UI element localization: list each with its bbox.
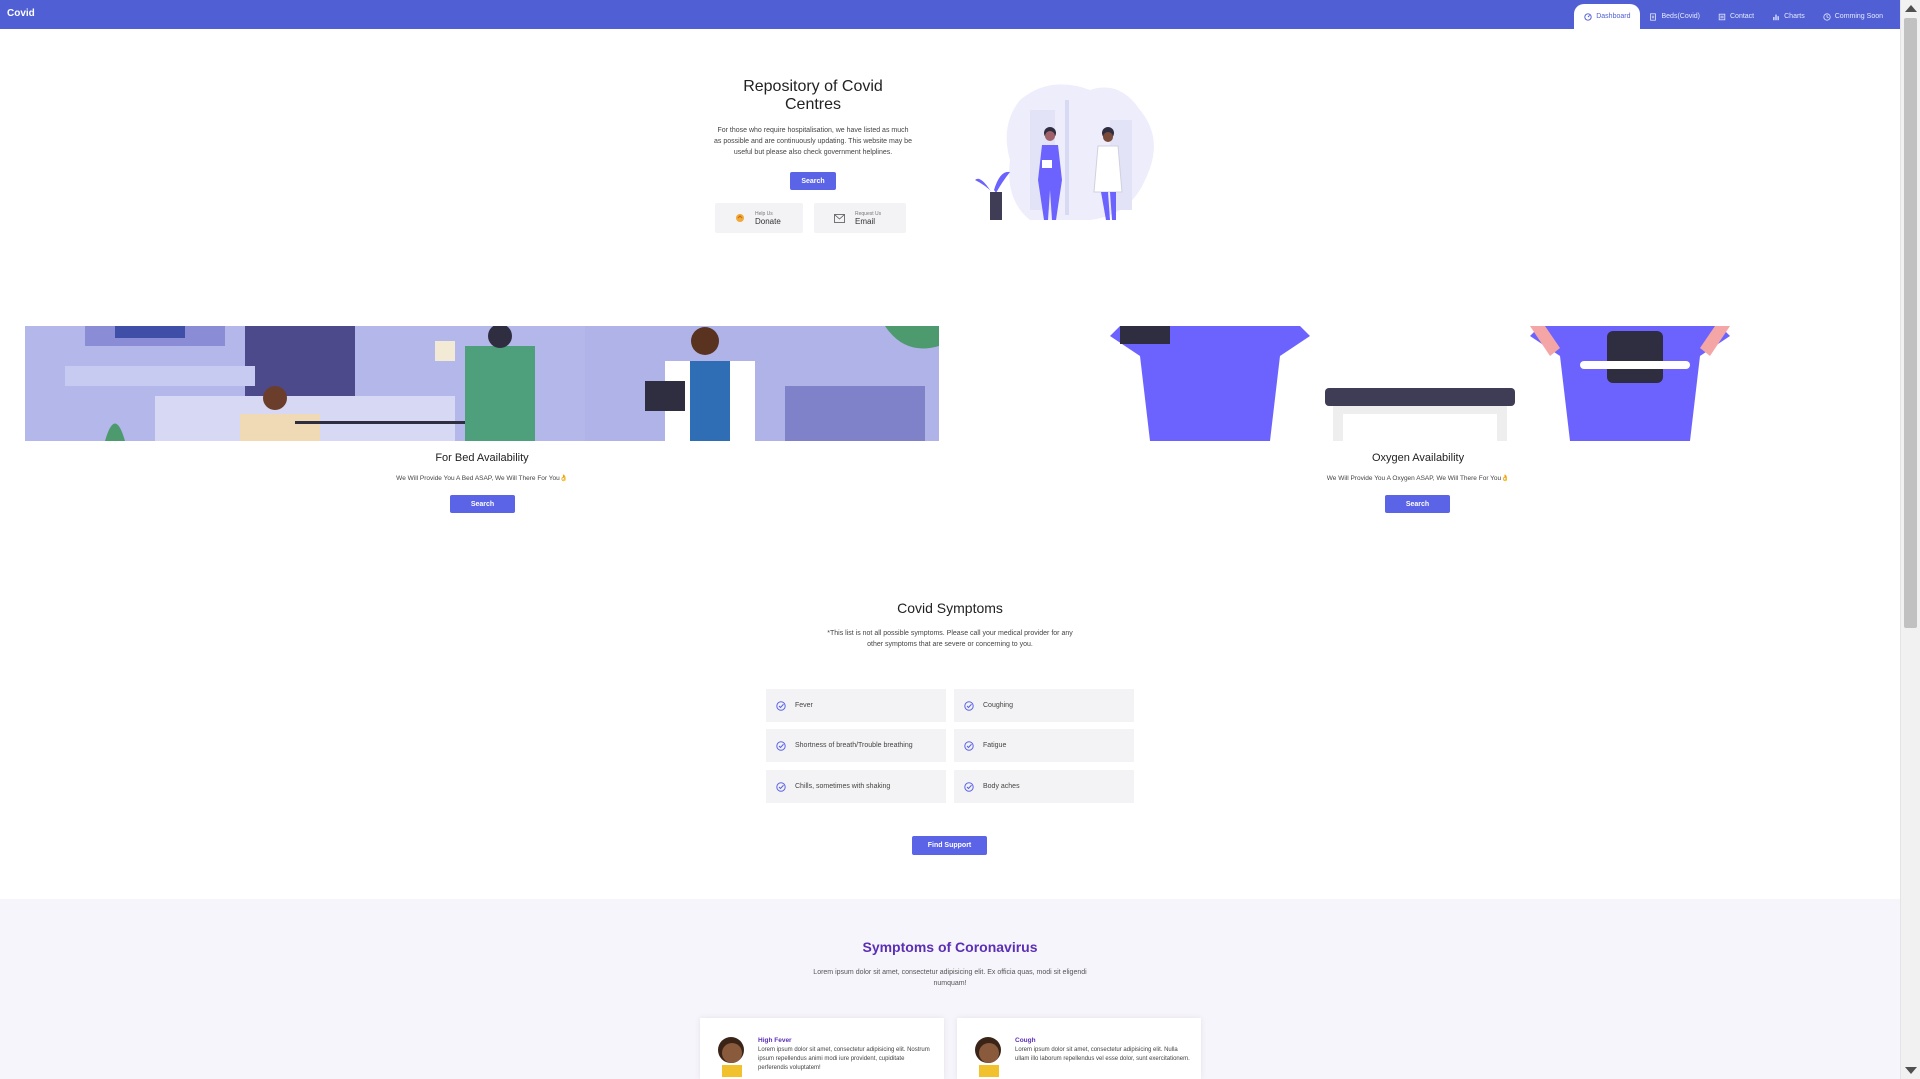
coronavirus-description: Lorem ipsum dolor sit amet, consectetur …	[813, 969, 1087, 987]
nav-menu: Dashboard Beds(Covid) Contact Charts Com…	[1574, 4, 1892, 29]
check-icon	[776, 700, 786, 711]
donate-label: Donate	[755, 216, 781, 226]
nav-item-coming-soon[interactable]: Comming Soon	[1814, 4, 1892, 29]
check-icon	[776, 740, 786, 751]
avatar	[718, 1037, 744, 1077]
donate-icon	[736, 214, 744, 222]
oxygen-search-button[interactable]: Search	[1385, 495, 1450, 513]
oxygen-illustration	[1110, 326, 1730, 441]
card-description: Lorem ipsum dolor sit amet, consectetur …	[1015, 1047, 1190, 1062]
find-support-button[interactable]: Find Support	[912, 836, 987, 855]
bed-section-title: For Bed Availability	[435, 452, 529, 464]
hospital-bed-illustration	[25, 326, 939, 441]
top-navbar: Covid Dashboard Beds(Covid) Contact Char…	[0, 0, 1900, 29]
nav-item-label: Comming Soon	[1834, 13, 1883, 20]
nav-item-charts[interactable]: Charts	[1763, 4, 1814, 29]
symptom-item: Chills, sometimes with shaking	[766, 770, 946, 803]
hero-title: Repository of Covid Centres	[743, 78, 883, 113]
email-label: Email	[855, 216, 876, 226]
symptom-item: Shortness of breath/Trouble breathing	[766, 729, 946, 762]
symptom-label: Body aches	[983, 783, 1020, 790]
document-icon	[1650, 12, 1657, 21]
bed-section-text: We Will Provide You A Bed ASAP, We Will …	[396, 475, 568, 482]
clock-icon	[1823, 12, 1831, 21]
check-icon	[964, 740, 974, 751]
scroll-thumb[interactable]	[1904, 18, 1917, 628]
symptom-label: Fever	[795, 702, 813, 709]
scroll-up-arrow-icon[interactable]	[1905, 5, 1917, 12]
symptom-label: Chills, sometimes with shaking	[795, 783, 891, 790]
symptom-label: Fatigue	[983, 742, 1007, 749]
page-scrollbar[interactable]	[1900, 0, 1920, 1079]
nav-item-label: Contact	[1730, 13, 1755, 20]
doctors-illustration	[975, 84, 1154, 220]
check-icon	[776, 781, 786, 792]
symptom-card-cough: Cough Lorem ipsum dolor sit amet, consec…	[957, 1018, 1201, 1079]
symptom-item: Body aches	[954, 770, 1134, 803]
nav-item-dashboard[interactable]: Dashboard	[1574, 4, 1641, 29]
avatar	[975, 1037, 1001, 1077]
donate-button[interactable]: Help Us Donate	[715, 203, 803, 233]
dashboard-icon	[1584, 12, 1592, 21]
nav-item-label: Charts	[1784, 13, 1805, 20]
card-title: High Fever	[758, 1037, 792, 1044]
contact-icon	[1718, 13, 1726, 20]
nav-item-contact[interactable]: Contact	[1709, 4, 1763, 29]
coronavirus-section	[0, 899, 1900, 1079]
mail-icon	[834, 213, 845, 223]
card-title: Cough	[1015, 1037, 1036, 1044]
hero-description: For those who require hospitalisation, w…	[714, 127, 912, 156]
oxygen-section-title: Oxygen Availability	[1371, 452, 1465, 464]
nav-item-label: Beds(Covid)	[1661, 13, 1700, 20]
hero-search-button[interactable]: Search	[790, 172, 836, 190]
coronavirus-title: Symptoms of Coronavirus	[862, 939, 1038, 955]
email-small-label: Request Us	[855, 210, 882, 217]
check-icon	[964, 781, 974, 792]
symptom-item: Coughing	[954, 689, 1134, 722]
nav-item-beds[interactable]: Beds(Covid)	[1640, 4, 1709, 29]
symptoms-description: *This list is not all possible symptoms.…	[827, 630, 1073, 648]
brand-logo[interactable]: Covid	[7, 8, 35, 19]
email-button[interactable]: Request Us Email	[814, 203, 906, 233]
symptom-label: Coughing	[983, 702, 1013, 709]
nav-item-label: Dashboard	[1596, 13, 1631, 20]
symptom-label: Shortness of breath/Trouble breathing	[795, 742, 913, 749]
scroll-down-arrow-icon[interactable]	[1905, 1067, 1917, 1074]
chart-icon	[1773, 14, 1779, 20]
card-description: Lorem ipsum dolor sit amet, consectetur …	[758, 1047, 930, 1071]
check-icon	[964, 700, 974, 711]
symptom-item: Fatigue	[954, 729, 1134, 762]
oxygen-section-text: We Will Provide You A Oxygen ASAP, We Wi…	[1326, 475, 1510, 482]
bed-search-button[interactable]: Search	[450, 495, 515, 513]
symptom-card-high-fever: High Fever Lorem ipsum dolor sit amet, c…	[700, 1018, 944, 1079]
symptoms-title: Covid Symptoms	[897, 600, 1003, 616]
symptom-item: Fever	[766, 689, 946, 722]
